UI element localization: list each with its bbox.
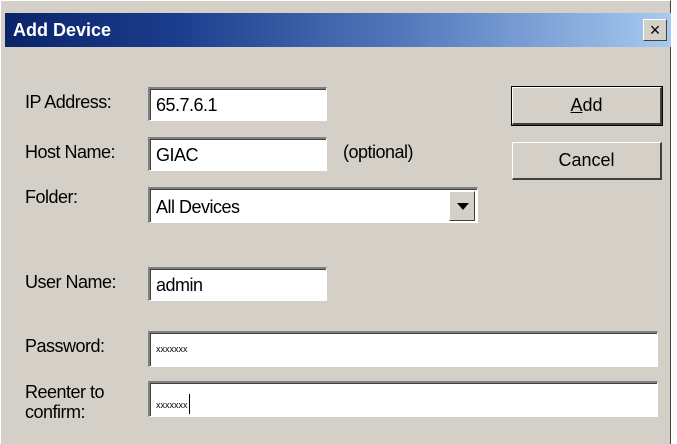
- user-name-input[interactable]: admin: [148, 267, 327, 301]
- folder-select[interactable]: All Devices: [148, 187, 478, 223]
- ip-address-value: 65.7.6.1: [156, 95, 218, 115]
- user-name-label: User Name:: [25, 272, 117, 292]
- text-caret: [188, 394, 190, 414]
- host-name-label: Host Name:: [25, 142, 116, 162]
- password-masked-value: xxxxxxx: [156, 344, 188, 354]
- add-button-label: dd: [582, 95, 603, 115]
- ip-address-label: IP Address:: [25, 92, 112, 112]
- reenter-label-line1: Reenter to: [25, 382, 105, 402]
- close-icon: ×: [649, 20, 661, 40]
- chevron-down-icon[interactable]: [449, 191, 475, 221]
- add-button-mnemonic: A: [570, 95, 583, 115]
- close-button[interactable]: ×: [643, 19, 667, 41]
- user-name-value: admin: [156, 275, 203, 295]
- add-device-dialog: Add Device × IP Address: 65.7.6.1 Host N…: [0, 0, 671, 444]
- reenter-masked-value: xxxxxxx: [156, 400, 188, 410]
- password-label: Password:: [25, 336, 105, 356]
- dialog-title: Add Device: [13, 20, 112, 40]
- reenter-label-line2: confirm:: [25, 402, 86, 422]
- host-name-value: GIAC: [156, 145, 199, 165]
- host-name-optional-hint: (optional): [343, 142, 414, 162]
- reenter-password-input[interactable]: xxxxxxx: [148, 381, 658, 417]
- password-input[interactable]: xxxxxxx: [148, 331, 658, 367]
- reenter-label: Reenter to confirm:: [25, 382, 105, 422]
- add-button[interactable]: Add: [511, 86, 663, 126]
- folder-label: Folder:: [25, 187, 78, 207]
- host-name-input[interactable]: GIAC: [148, 137, 327, 171]
- ip-address-input[interactable]: 65.7.6.1: [148, 87, 327, 121]
- folder-selected-value: All Devices: [156, 197, 240, 217]
- cancel-button[interactable]: Cancel: [512, 142, 662, 180]
- title-bar[interactable]: Add Device ×: [5, 13, 671, 47]
- cancel-button-label: Cancel: [558, 150, 615, 170]
